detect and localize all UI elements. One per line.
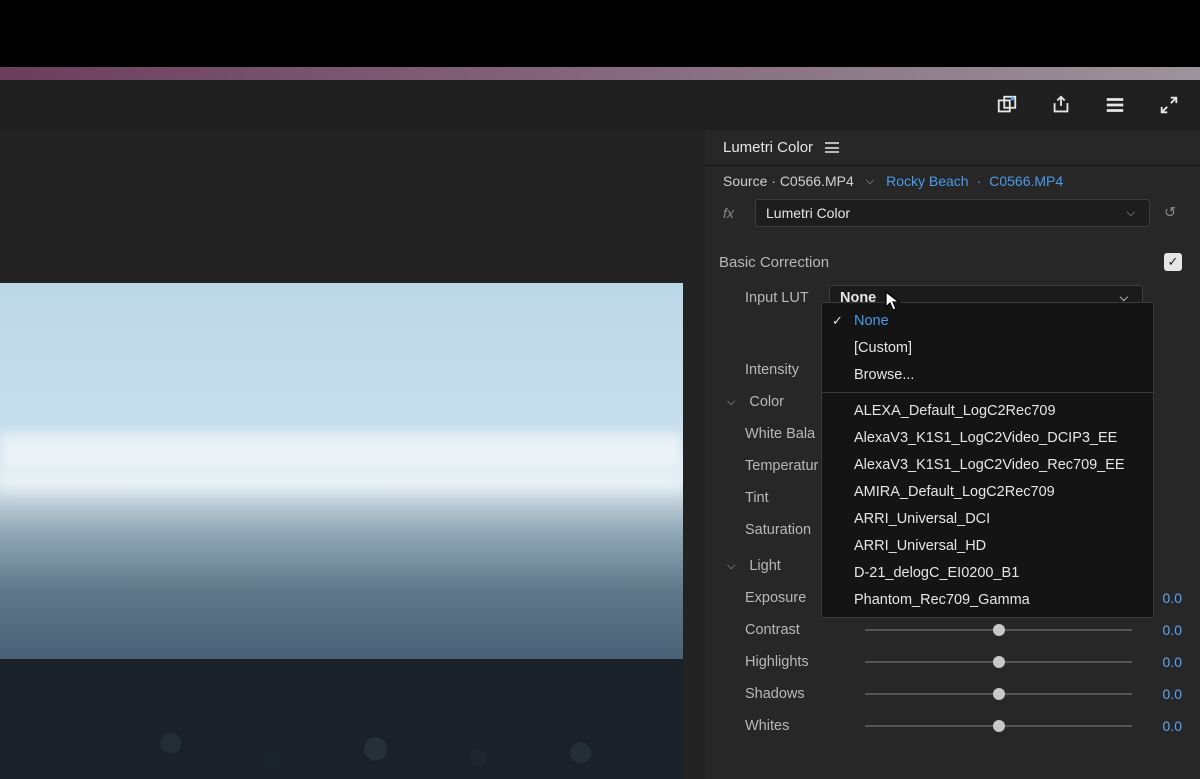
highlights-value[interactable]: 0.0: [1142, 654, 1182, 670]
section-title: Basic Correction: [719, 254, 829, 271]
effect-dropdown-label: Lumetri Color: [766, 205, 850, 221]
source-prefix: Source ·: [723, 173, 776, 189]
chevron-down-icon: ⌵: [1127, 207, 1135, 220]
lut-option-none[interactable]: None: [822, 307, 1153, 334]
source-row: Source · C0566.MP4 ⌵ Rocky Beach · C0566…: [705, 166, 1200, 196]
menu-separator: [822, 392, 1153, 393]
lut-option[interactable]: AlexaV3_K1S1_LogC2Video_DCIP3_EE: [822, 424, 1153, 451]
reset-icon[interactable]: ↺: [1164, 205, 1182, 221]
lut-option[interactable]: AlexaV3_K1S1_LogC2Video_Rec709_EE: [822, 451, 1153, 478]
shadows-value[interactable]: 0.0: [1142, 686, 1182, 702]
chevron-down-icon[interactable]: ⌵: [866, 175, 874, 188]
dot-sep: ·: [977, 173, 982, 189]
checkbox-basic-correction[interactable]: ✓: [1164, 253, 1182, 271]
highlights-slider[interactable]: [865, 659, 1132, 665]
contrast-slider[interactable]: [865, 627, 1132, 633]
lut-option[interactable]: D-21_delogC_EI0200_B1: [822, 559, 1153, 586]
whites-value[interactable]: 0.0: [1142, 718, 1182, 734]
input-lut-label: Input LUT: [745, 290, 819, 306]
panel-menu-icon[interactable]: [825, 142, 839, 153]
fullscreen-icon[interactable]: [1158, 94, 1180, 116]
chevron-down-icon[interactable]: ⌵: [727, 560, 735, 573]
panel-title: Lumetri Color: [723, 139, 813, 156]
chevron-down-icon[interactable]: ⌵: [727, 396, 735, 409]
lut-option-browse[interactable]: Browse...: [822, 361, 1153, 388]
lut-option[interactable]: AMIRA_Default_LogC2Rec709: [822, 478, 1153, 505]
fx-badge-icon[interactable]: fx: [723, 205, 741, 221]
highlights-row: Highlights 0.0: [705, 646, 1200, 678]
lut-option[interactable]: ALEXA_Default_LogC2Rec709: [822, 397, 1153, 424]
contrast-row: Contrast 0.0: [705, 614, 1200, 646]
quick-menu-icon[interactable]: [1104, 94, 1126, 116]
cloud-decoration: [0, 433, 683, 469]
whites-label: Whites: [745, 718, 855, 734]
effect-row: fx Lumetri Color ⌵ ↺: [705, 196, 1200, 230]
lut-option[interactable]: Phantom_Rec709_Gamma: [822, 586, 1153, 613]
panel-header: Lumetri Color: [705, 130, 1200, 166]
whites-row: Whites 0.0: [705, 710, 1200, 742]
shadows-label: Shadows: [745, 686, 855, 702]
sequence-clip-link[interactable]: C0566.MP4: [989, 173, 1063, 189]
source-clip[interactable]: C0566.MP4: [780, 173, 854, 189]
lumetri-color-panel: Lumetri Color Source · C0566.MP4 ⌵ Rocky…: [705, 130, 1200, 779]
window-titlebar-accent: [0, 67, 1200, 80]
whites-slider[interactable]: [865, 723, 1132, 729]
lut-option[interactable]: ARRI_Universal_DCI: [822, 505, 1153, 532]
workspaces-icon[interactable]: [996, 94, 1018, 116]
section-basic-correction[interactable]: Basic Correction ✓: [705, 242, 1200, 282]
contrast-label: Contrast: [745, 622, 855, 638]
source-label: Source · C0566.MP4: [723, 173, 854, 189]
input-lut-menu: None [Custom] Browse... ALEXA_Default_Lo…: [821, 302, 1154, 618]
lut-option-custom[interactable]: [Custom]: [822, 334, 1153, 361]
shadows-slider[interactable]: [865, 691, 1132, 697]
export-icon[interactable]: [1050, 94, 1072, 116]
top-toolbar: [0, 80, 1200, 130]
video-preview[interactable]: [0, 283, 683, 779]
effect-dropdown[interactable]: Lumetri Color ⌵: [755, 199, 1150, 227]
shadows-row: Shadows 0.0: [705, 678, 1200, 710]
contrast-value[interactable]: 0.0: [1142, 622, 1182, 638]
cloud-decoration: [0, 473, 683, 493]
highlights-label: Highlights: [745, 654, 855, 670]
lut-option[interactable]: ARRI_Universal_HD: [822, 532, 1153, 559]
rock-decoration: [0, 659, 683, 779]
sequence-link[interactable]: Rocky Beach: [886, 173, 968, 189]
